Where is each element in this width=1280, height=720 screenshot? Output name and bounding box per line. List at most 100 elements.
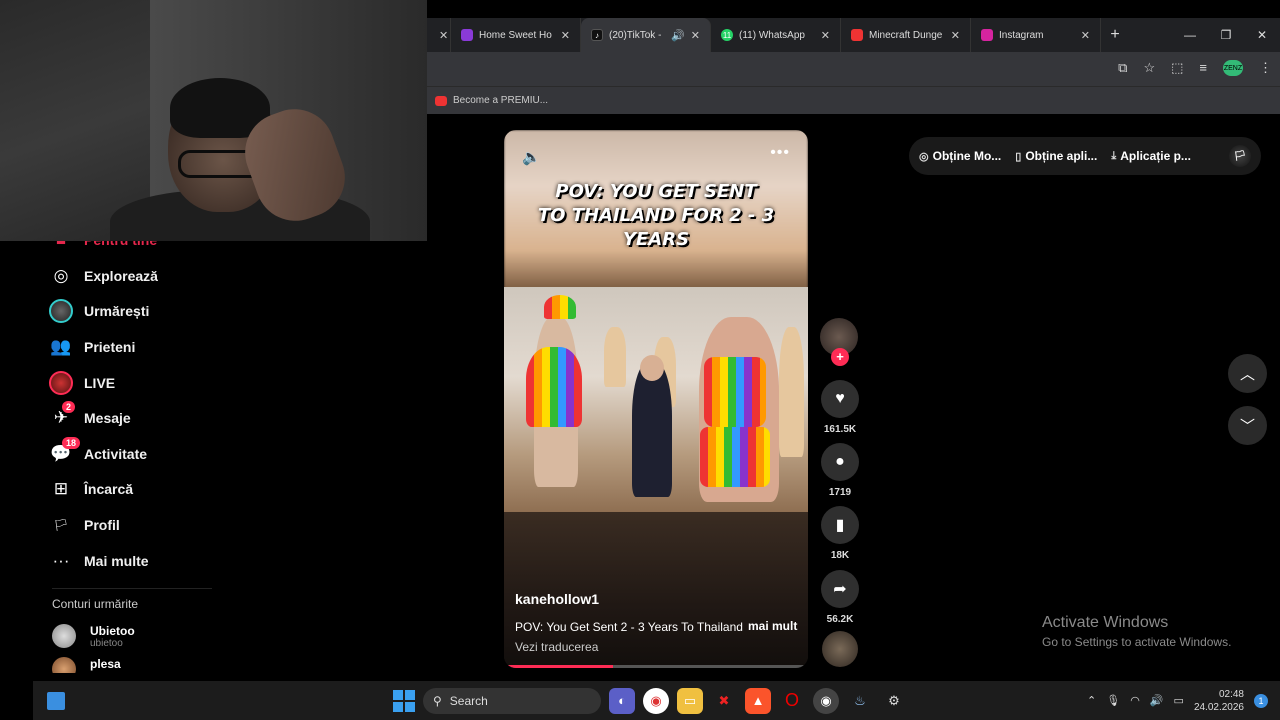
whatsapp-favicon-icon: 11 [721,29,733,41]
minimize-button[interactable]: — [1172,18,1208,52]
get-coins-button[interactable]: ◎ Obține Mo... [919,149,1001,163]
bookmark-icon[interactable]: ▮ [821,506,859,544]
screen: ✕ Home Sweet Ho ✕ ♪ (20)TikTok - I 🔊 ✕ 1… [0,0,1280,720]
description-more-button[interactable]: mai mult [748,619,797,633]
sidebar-item-upload[interactable]: ⊞ Încarcă [40,472,220,508]
tab-close-icon[interactable]: ✕ [951,29,960,42]
save-action[interactable]: ▮ 18K [821,506,859,561]
tab-partial[interactable]: ✕ [427,18,451,52]
tab-close-icon[interactable]: ✕ [691,29,700,42]
comment-count: 1719 [828,487,852,498]
chevron-up-icon[interactable]: ⌃ [1087,694,1096,707]
tab-instagram[interactable]: Instagram ✕ [971,18,1101,52]
chrome-active-icon[interactable]: ◉ [813,687,839,714]
avatar [52,657,76,674]
x-app-icon[interactable]: ✖ [711,688,737,714]
video-figure-hat [544,295,576,319]
tab-close-icon[interactable]: ✕ [439,29,448,42]
following-account[interactable]: plesa [40,653,220,674]
sidebar-item-messages[interactable]: ✈ 2 Mesaje [40,400,220,436]
install-app-icon[interactable]: ⧉ [1118,60,1127,76]
wifi-icon[interactable]: ◠ [1130,694,1140,707]
heart-icon[interactable]: ♥ [821,380,859,418]
sidebar-item-more[interactable]: ··· Mai multe [40,543,220,579]
sidebar-item-explore[interactable]: ◎ Explorează [40,258,220,294]
overlay-line-1: POV: YOU GET SENT [555,181,757,202]
bookmark-star-icon[interactable]: ☆ [1143,60,1155,76]
taskbar-left [33,691,79,710]
like-action[interactable]: ♥ 161.5K [821,380,859,435]
desktop-app-button[interactable]: ⤓ Aplicație p... [1111,149,1191,163]
watermark-subtitle: Go to Settings to activate Windows. [1042,635,1232,649]
comment-icon[interactable]: ● [821,443,859,481]
windows-start-icon[interactable] [393,689,415,712]
volume-icon[interactable]: 🔊 [1150,694,1164,707]
tab-close-icon[interactable]: ✕ [561,29,570,42]
tab-whatsapp[interactable]: 11 (11) WhatsApp ✕ [711,18,841,52]
profile-avatar[interactable]: ZENZ [1223,60,1243,76]
file-explorer-icon[interactable]: ▭ [677,687,703,714]
notification-badge[interactable]: 1 [1254,693,1268,708]
webcam-overlay [0,0,427,241]
toolbar-tools: ⧉ ☆ ⬚ ≡ ZENZ ⋮ [1118,60,1272,76]
maximize-button[interactable]: ❐ [1208,18,1244,52]
video-player[interactable]: POV: YOU GET SENT TO THAILAND FOR 2 - 3 … [504,130,808,668]
opera-icon[interactable]: O [779,688,805,714]
widgets-icon[interactable] [47,691,65,710]
sidebar-item-profile[interactable]: 🏳 Profil [40,507,220,543]
taskbar-apps: ⚲ Search ◐ ◉ ▭ ✖ ▲ O ◉ ♨ ⚙ [393,681,907,720]
video-author[interactable]: kanehollow1 [515,591,599,607]
sound-avatar[interactable] [822,631,858,667]
speaker-icon[interactable]: 🔊 [671,29,685,42]
overlay-line-2: TO THAILAND FOR 2 - 3 YEARS [537,205,775,250]
following-account[interactable]: Ubietoo ubietoo [40,619,220,653]
sidebar-item-live[interactable]: LIVE [40,365,220,401]
taskbar-search[interactable]: ⚲ Search [423,687,601,714]
brave-icon[interactable]: ▲ [745,687,771,714]
next-video-button[interactable]: ﹀ [1228,406,1267,445]
see-translation-link[interactable]: Vezi traducerea [515,640,598,654]
media-control-icon[interactable]: ≡ [1199,60,1207,76]
new-tab-button[interactable]: + [1101,26,1129,44]
system-tray: ⌃ 🎙 ◠ 🔊 ▭ 02:48 24.02.2026 1 [1087,681,1268,720]
phone-icon: ▯ [1015,150,1022,163]
previous-video-button[interactable]: ︿ [1228,354,1267,393]
video-progress-bar[interactable] [504,665,808,668]
comment-action[interactable]: ● 1719 [821,443,859,498]
sidebar-item-activity[interactable]: 💬 18 Activitate [40,436,220,472]
tab-close-icon[interactable]: ✕ [821,29,830,42]
extensions-icon[interactable]: ⬚ [1171,60,1183,76]
clock-date: 24.02.2026 [1193,701,1244,713]
close-window-button[interactable]: ✕ [1244,18,1280,52]
share-icon[interactable]: ➦ [821,570,859,608]
follow-plus-icon[interactable]: + [831,348,849,366]
settings-icon[interactable]: ⚙ [881,688,907,714]
coin-icon: ◎ [919,150,929,163]
video-figure [779,327,804,457]
user-avatar[interactable]: 🏳 [1229,145,1251,167]
microphone-icon[interactable]: 🎙 [1106,694,1120,707]
volume-icon[interactable]: 🔈 [522,148,541,166]
sidebar-item-friends[interactable]: 👥 Prieteni [40,329,220,365]
video-figure [604,327,626,387]
get-app-button[interactable]: ▯ Obține apli... [1015,149,1097,163]
tab-minecraft[interactable]: Minecraft Dunge ✕ [841,18,971,52]
share-action[interactable]: ➦ 56.2K [821,570,859,625]
creator-avatar[interactable]: + [820,318,858,366]
tab-label: Instagram [999,29,1044,41]
teams-icon[interactable]: ◐ [609,687,635,714]
video-progress-fill [504,665,614,668]
tab-home-sweet-home[interactable]: Home Sweet Ho ✕ [451,18,581,52]
account-name: Ubietoo [90,623,135,638]
more-options-icon[interactable]: ••• [770,144,790,162]
battery-icon[interactable]: ▭ [1174,694,1184,707]
menu-icon[interactable]: ⋮ [1259,60,1272,76]
steam-icon[interactable]: ♨ [847,688,873,714]
sidebar-item-following[interactable]: Urmărești [40,294,220,330]
activity-icon: 💬 18 [48,436,81,467]
chrome-icon[interactable]: ◉ [643,687,669,714]
tab-close-icon[interactable]: ✕ [1081,29,1090,42]
tab-tiktok[interactable]: ♪ (20)TikTok - I 🔊 ✕ [581,18,711,52]
clock[interactable]: 02:48 24.02.2026 [1194,688,1244,714]
bookmark-item[interactable]: Become a PREMIU... [453,95,548,106]
